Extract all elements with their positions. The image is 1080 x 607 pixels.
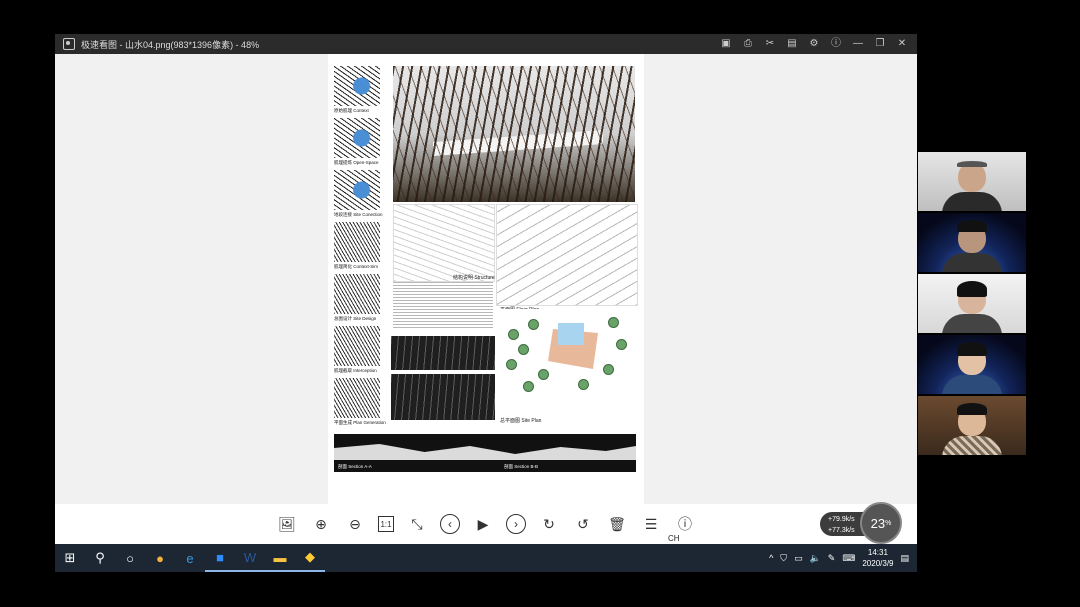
section-drawing: 剖面 Section A-A 剖面 Section B-B	[334, 434, 636, 472]
site-plan-label: 总平面图 Site Plan	[500, 418, 542, 424]
rotate-left-icon[interactable]: ↺	[572, 513, 594, 535]
context-thumb	[334, 66, 380, 106]
info-icon[interactable]: ⓘ	[829, 37, 843, 51]
print-icon[interactable]: ⎙	[741, 37, 755, 51]
thumbnail-column: 原始肌理 Context 肌理提炼 Open-Space 地段连接 Site C…	[334, 66, 388, 430]
prev-icon[interactable]: ‹	[440, 514, 460, 534]
network-speed-widget[interactable]: +79.9k/s +77.3k/s 23%	[820, 502, 902, 544]
windows-taskbar: ⊞ ⚲ ○ ● e ■ W ▬ ◆ ^ ⛉ ▭ 🔈 ✎ ⌨ 14:31 2020…	[55, 544, 917, 572]
comment-icon[interactable]: ▤	[785, 37, 799, 51]
next-icon[interactable]: ›	[506, 514, 526, 534]
close-icon[interactable]: ✕	[895, 37, 909, 51]
structure-drawing	[393, 204, 495, 282]
notification-icon[interactable]: ▤	[900, 553, 909, 564]
window-title: 极速看图 - 山水04.png(983*1396像素) - 48%	[81, 39, 260, 50]
participant-video-tile[interactable]	[918, 335, 1026, 394]
model-photo	[393, 66, 635, 202]
architecture-sheet-image: 原始肌理 Context 肌理提炼 Open-Space 地段连接 Site C…	[328, 54, 644, 504]
context-sim-thumb	[334, 222, 380, 262]
desktop-screen: 极速看图 - 山水04.png(983*1396像素) - 48% ▣ ⎙ ✂ …	[55, 34, 917, 572]
video-participants-strip	[918, 152, 1026, 457]
file-explorer-icon[interactable]: ▬	[265, 544, 295, 572]
thumb-label: 肌理截取 Interception	[334, 368, 377, 373]
clock-date: 2020/3/9	[862, 559, 894, 568]
thumb-label: 原始肌理 Context	[334, 108, 369, 113]
save-icon[interactable]: ▣	[719, 37, 733, 51]
participant-video-tile[interactable]	[918, 213, 1026, 272]
image-viewer-canvas[interactable]: 原始肌理 Context 肌理提炼 Open-Space 地段连接 Site C…	[55, 54, 917, 504]
site-design-thumb	[334, 274, 380, 314]
chrome-icon[interactable]: ●	[145, 544, 175, 572]
edge-icon[interactable]: e	[175, 544, 205, 572]
ime-indicator[interactable]: CH	[668, 534, 680, 543]
section-label-b: 剖面 Section B-B	[504, 464, 539, 469]
percent-unit: %	[885, 519, 892, 527]
slideshow-icon[interactable]: ▶	[472, 513, 494, 535]
app-logo-icon	[63, 38, 75, 50]
system-tray: ^ ⛉ ▭ 🔈 ✎ ⌨ 14:31 2020/3/9 ▤	[769, 547, 917, 569]
thumb-label: 肌理简化 Context-Sim	[334, 264, 379, 269]
clock[interactable]: 14:31 2020/3/9	[862, 547, 893, 569]
crop-icon[interactable]: ✂	[763, 37, 777, 51]
info-icon[interactable]: ⓘ	[674, 513, 696, 535]
thumb-label: 平面生成 Plan Generation	[334, 420, 386, 425]
image-icon[interactable]: 🖼	[276, 513, 298, 535]
start-icon[interactable]: ⊞	[55, 544, 85, 572]
site-connection-thumb	[334, 170, 380, 210]
minimize-icon[interactable]: —	[851, 37, 865, 51]
structure-label: 结构说明 Structure	[453, 275, 495, 281]
search-icon[interactable]: ⚲	[85, 544, 115, 572]
viewer-toolbar: 🖼 ⊕ ⊖ 1:1 ⤡ ‹ ▶ › ↻ ↺ 🗑 ☰ ⓘ	[55, 504, 917, 544]
zoom-in-icon[interactable]: ⊕	[310, 513, 332, 535]
image-viewer-app-icon[interactable]: ◆	[295, 544, 325, 572]
thumb-label: 肌理提炼 Open-Space	[334, 160, 379, 165]
zoom-icon[interactable]: ■	[205, 544, 235, 572]
plan-generation-thumb	[334, 378, 380, 418]
shield-icon[interactable]: ⛉	[780, 553, 787, 564]
keyboard-icon[interactable]: ⌨	[842, 553, 855, 564]
restore-icon[interactable]: ❐	[873, 37, 887, 51]
cpu-percent: 23	[870, 515, 886, 531]
floor-plan-drawing	[496, 204, 638, 306]
window-titlebar[interactable]: 极速看图 - 山水04.png(983*1396像素) - 48% ▣ ⎙ ✂ …	[55, 34, 917, 54]
delete-icon[interactable]: 🗑	[606, 513, 628, 535]
section-label-a: 剖面 Section A-A	[338, 464, 372, 469]
section-photo-1	[391, 336, 495, 370]
section-photo-2	[391, 374, 495, 420]
rotate-right-icon[interactable]: ↻	[538, 513, 560, 535]
pen-icon[interactable]: ✎	[828, 553, 836, 564]
participant-video-tile[interactable]	[918, 396, 1026, 455]
menu-icon[interactable]: ☰	[640, 513, 662, 535]
description-text-block	[393, 282, 493, 330]
word-icon[interactable]: W	[235, 544, 265, 572]
volume-icon[interactable]: 🔈	[810, 553, 821, 564]
settings-icon[interactable]: ⚙	[807, 37, 821, 51]
site-plan-drawing	[498, 309, 638, 417]
fit-icon[interactable]: ⤡	[406, 513, 428, 535]
battery-icon[interactable]: ▭	[794, 553, 803, 564]
thumb-label: 总图设计 Site Design	[334, 316, 377, 321]
zoom-out-icon[interactable]: ⊖	[344, 513, 366, 535]
cortana-icon[interactable]: ○	[115, 544, 145, 572]
interception-thumb	[334, 326, 380, 366]
participant-video-tile[interactable]	[918, 274, 1026, 333]
open-space-thumb	[334, 118, 380, 158]
participant-video-tile[interactable]	[918, 152, 1026, 211]
actual-size-icon[interactable]: 1:1	[378, 516, 394, 532]
cpu-percent-circle: 23%	[860, 502, 902, 544]
clock-time: 14:31	[867, 548, 888, 557]
thumb-label: 地段连接 Site Conection	[334, 212, 383, 217]
chevron-up-icon[interactable]: ^	[769, 553, 773, 563]
